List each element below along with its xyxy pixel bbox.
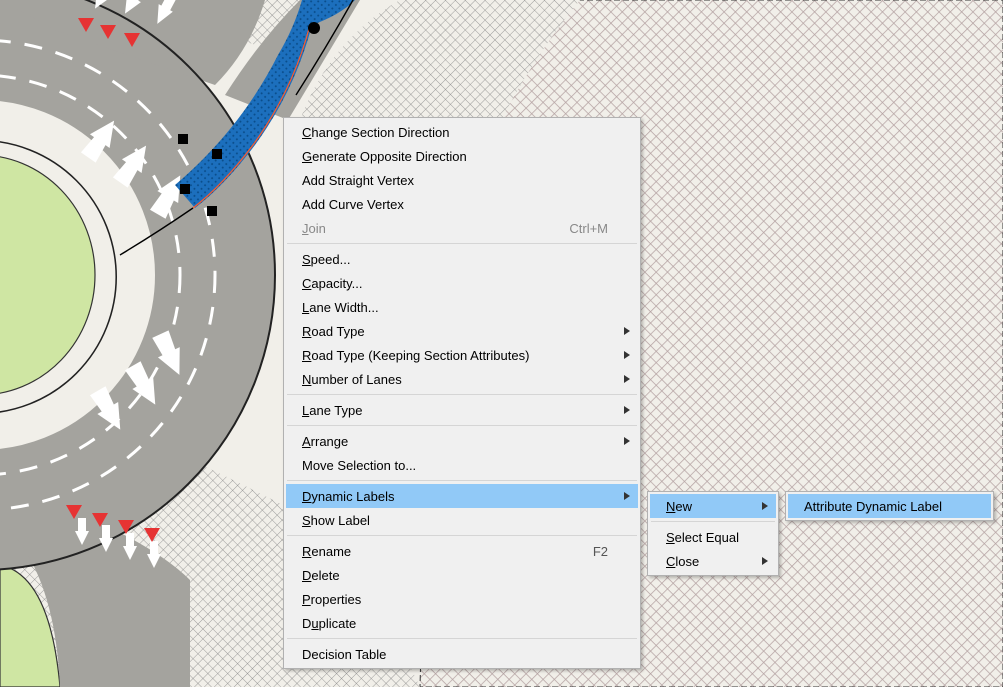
menu-item-road-type[interactable]: Road Type: [286, 319, 638, 343]
menu-item-label: Add Curve Vertex: [302, 197, 404, 212]
menu-item-label: Select Equal: [666, 530, 739, 545]
menu-item-label: Delete: [302, 568, 340, 583]
menu-separator: [287, 425, 637, 426]
menu-item-label: Road Type (Keeping Section Attributes): [302, 348, 529, 363]
menu-item-lane-width[interactable]: Lane Width...: [286, 295, 638, 319]
menu-item-label: Join: [302, 221, 326, 236]
submenu-arrow-icon: [624, 375, 630, 383]
menu-item-label: Lane Width...: [302, 300, 379, 315]
menu-separator: [651, 521, 775, 522]
menu-item-label: Move Selection to...: [302, 458, 416, 473]
menu-item-label: Duplicate: [302, 616, 356, 631]
menu-item-label: Generate Opposite Direction: [302, 149, 467, 164]
submenu-arrow-icon: [762, 502, 768, 510]
section-context-menu: Change Section Direction Generate Opposit…: [283, 117, 641, 669]
menu-item-generate-opposite-direction[interactable]: Generate Opposite Direction: [286, 144, 638, 168]
menu-item-add-curve-vertex[interactable]: Add Curve Vertex: [286, 192, 638, 216]
edit-handle[interactable]: [178, 134, 188, 144]
menu-item-duplicate[interactable]: Duplicate: [286, 611, 638, 635]
menu-item-label: Number of Lanes: [302, 372, 402, 387]
menu-item-show-label[interactable]: Show Label: [286, 508, 638, 532]
menu-item-dynamic-labels[interactable]: Dynamic Labels: [286, 484, 638, 508]
menu-item-change-section-direction[interactable]: Change Section Direction: [286, 120, 638, 144]
menu-item-rename[interactable]: Rename F2: [286, 539, 638, 563]
menu-item-label: Properties: [302, 592, 361, 607]
section-end-vertex[interactable]: [308, 22, 320, 34]
dynamic-labels-new-submenu: Attribute Dynamic Label: [785, 491, 994, 521]
menu-item-label: Dynamic Labels: [302, 489, 395, 504]
menu-item-capacity[interactable]: Capacity...: [286, 271, 638, 295]
menu-item-label: Speed...: [302, 252, 350, 267]
menu-separator: [287, 243, 637, 244]
menu-item-delete[interactable]: Delete: [286, 563, 638, 587]
menu-separator: [287, 394, 637, 395]
menu-item-move-selection-to[interactable]: Move Selection to...: [286, 453, 638, 477]
menu-item-label: Decision Table: [302, 647, 386, 662]
submenu-arrow-icon: [624, 492, 630, 500]
menu-item-close[interactable]: Close: [650, 549, 776, 573]
menu-separator: [287, 480, 637, 481]
menu-shortcut: Ctrl+M: [569, 221, 608, 236]
submenu-arrow-icon: [624, 327, 630, 335]
edit-handle[interactable]: [207, 206, 217, 216]
menu-item-speed[interactable]: Speed...: [286, 247, 638, 271]
menu-item-label: Show Label: [302, 513, 370, 528]
menu-separator: [287, 535, 637, 536]
dynamic-labels-submenu: New Select Equal Close: [647, 491, 779, 576]
menu-item-label: Change Section Direction: [302, 125, 449, 140]
menu-item-label: Attribute Dynamic Label: [804, 499, 942, 514]
menu-separator: [287, 638, 637, 639]
menu-item-arrange[interactable]: Arrange: [286, 429, 638, 453]
edit-handle[interactable]: [212, 149, 222, 159]
menu-item-label: New: [666, 499, 692, 514]
submenu-arrow-icon: [762, 557, 768, 565]
menu-item-attribute-dynamic-label[interactable]: Attribute Dynamic Label: [788, 494, 991, 518]
menu-item-select-equal[interactable]: Select Equal: [650, 525, 776, 549]
submenu-arrow-icon: [624, 406, 630, 414]
menu-item-decision-table[interactable]: Decision Table: [286, 642, 638, 666]
menu-item-label: Road Type: [302, 324, 365, 339]
menu-item-label: Arrange: [302, 434, 348, 449]
menu-item-label: Capacity...: [302, 276, 362, 291]
submenu-arrow-icon: [624, 351, 630, 359]
submenu-arrow-icon: [624, 437, 630, 445]
menu-item-label: Add Straight Vertex: [302, 173, 414, 188]
edit-handle[interactable]: [180, 184, 190, 194]
menu-item-properties[interactable]: Properties: [286, 587, 638, 611]
menu-item-label: Lane Type: [302, 403, 363, 418]
menu-shortcut: F2: [593, 544, 608, 559]
menu-item-label: Rename: [302, 544, 351, 559]
menu-item-join[interactable]: Join Ctrl+M: [286, 216, 638, 240]
menu-item-road-type-keeping[interactable]: Road Type (Keeping Section Attributes): [286, 343, 638, 367]
menu-item-new[interactable]: New: [650, 494, 776, 518]
map-canvas[interactable]: Change Section Direction Generate Opposit…: [0, 0, 1003, 687]
menu-item-number-of-lanes[interactable]: Number of Lanes: [286, 367, 638, 391]
menu-item-label: Close: [666, 554, 699, 569]
menu-item-add-straight-vertex[interactable]: Add Straight Vertex: [286, 168, 638, 192]
menu-item-lane-type[interactable]: Lane Type: [286, 398, 638, 422]
